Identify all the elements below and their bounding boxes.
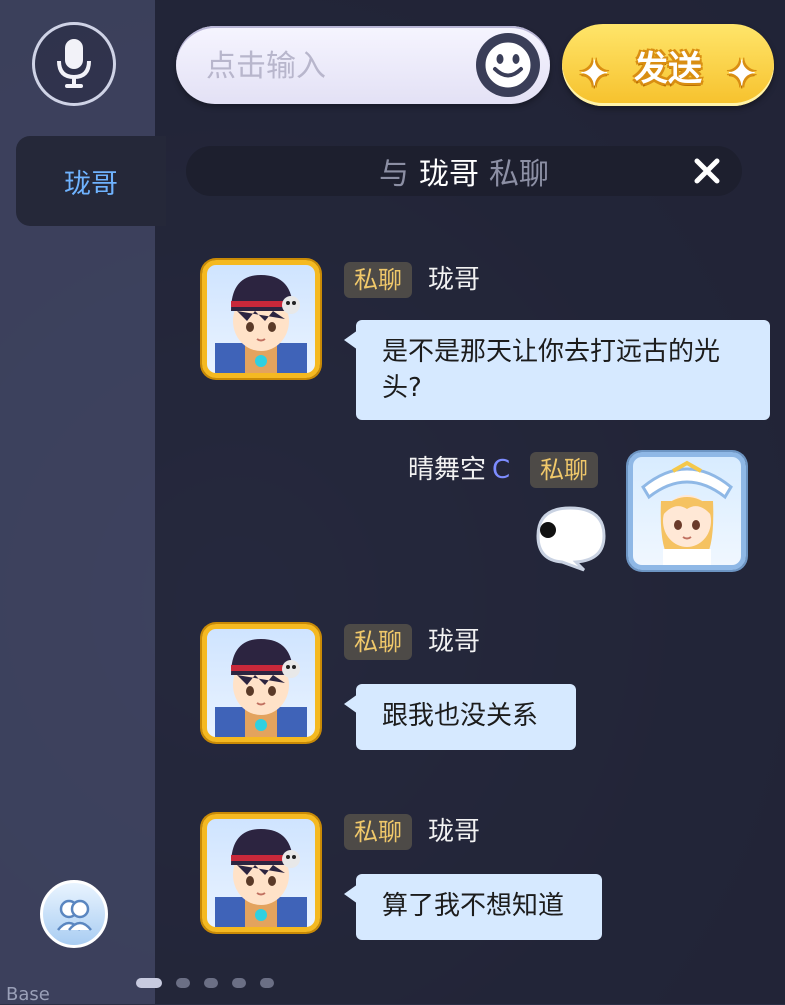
page-indicator	[136, 978, 274, 988]
private-chat-tag: 私聊	[344, 262, 412, 298]
message-bubble: 是不是那天让你去打远古的光头?	[344, 320, 770, 420]
voice-button[interactable]	[32, 22, 116, 106]
microphone-icon	[57, 39, 91, 88]
character-portrait-icon	[215, 275, 307, 373]
sender-name: 珑哥	[428, 817, 481, 847]
private-chat-tag: 私聊	[344, 814, 412, 850]
close-icon	[694, 158, 720, 184]
send-button[interactable]: ✦ 发送 ✦	[562, 24, 774, 106]
message-bubble: 跟我也没关系	[344, 684, 576, 750]
sender-name-text: 晴舞空	[408, 455, 487, 485]
input-bar: ✦ 发送 ✦	[0, 0, 785, 132]
friends-button[interactable]	[40, 880, 108, 948]
sender-name: 晴舞空 C	[408, 452, 510, 488]
avatar-qingwukong[interactable]	[628, 452, 746, 570]
sender-name: 珑哥	[428, 265, 481, 295]
header-contact-name: 珑哥	[419, 157, 479, 192]
contact-name: 珑哥	[64, 168, 118, 200]
page-dot[interactable]	[176, 978, 190, 988]
avatar-longge[interactable]	[202, 814, 320, 932]
header-prefix: 与	[379, 157, 409, 192]
page-dot[interactable]	[204, 978, 218, 988]
page-dot[interactable]	[260, 978, 274, 988]
message-bubble: 算了我不想知道	[344, 874, 602, 940]
emoji-button[interactable]	[476, 33, 540, 97]
base-label: Base	[6, 984, 50, 1005]
character-portrait-icon	[641, 460, 733, 565]
avatar-longge[interactable]	[202, 624, 320, 742]
send-button-label: 发送	[634, 49, 702, 88]
private-chat-tag: 私聊	[344, 624, 412, 660]
friends-icon	[57, 899, 92, 931]
sparkle-icon: ✦	[580, 55, 609, 93]
page-dot[interactable]	[136, 978, 162, 988]
sender-name: 珑哥	[428, 627, 481, 657]
contact-tab-longge[interactable]: 珑哥	[16, 136, 166, 226]
message-input[interactable]	[204, 44, 468, 88]
chat-header: 与 珑哥 私聊	[186, 146, 742, 196]
avatar-longge[interactable]	[202, 260, 320, 378]
sparkle-icon: ✦	[727, 55, 757, 93]
header-suffix: 私聊	[489, 157, 549, 192]
close-chat-button[interactable]	[686, 150, 728, 192]
character-portrait-icon	[215, 639, 307, 737]
c-badge: C	[492, 455, 511, 485]
private-chat-tag: 私聊	[530, 452, 598, 488]
speech-bubble-sticker-icon	[528, 502, 608, 576]
character-portrait-icon	[215, 829, 307, 927]
smiley-icon	[482, 39, 534, 91]
page-dot[interactable]	[232, 978, 246, 988]
